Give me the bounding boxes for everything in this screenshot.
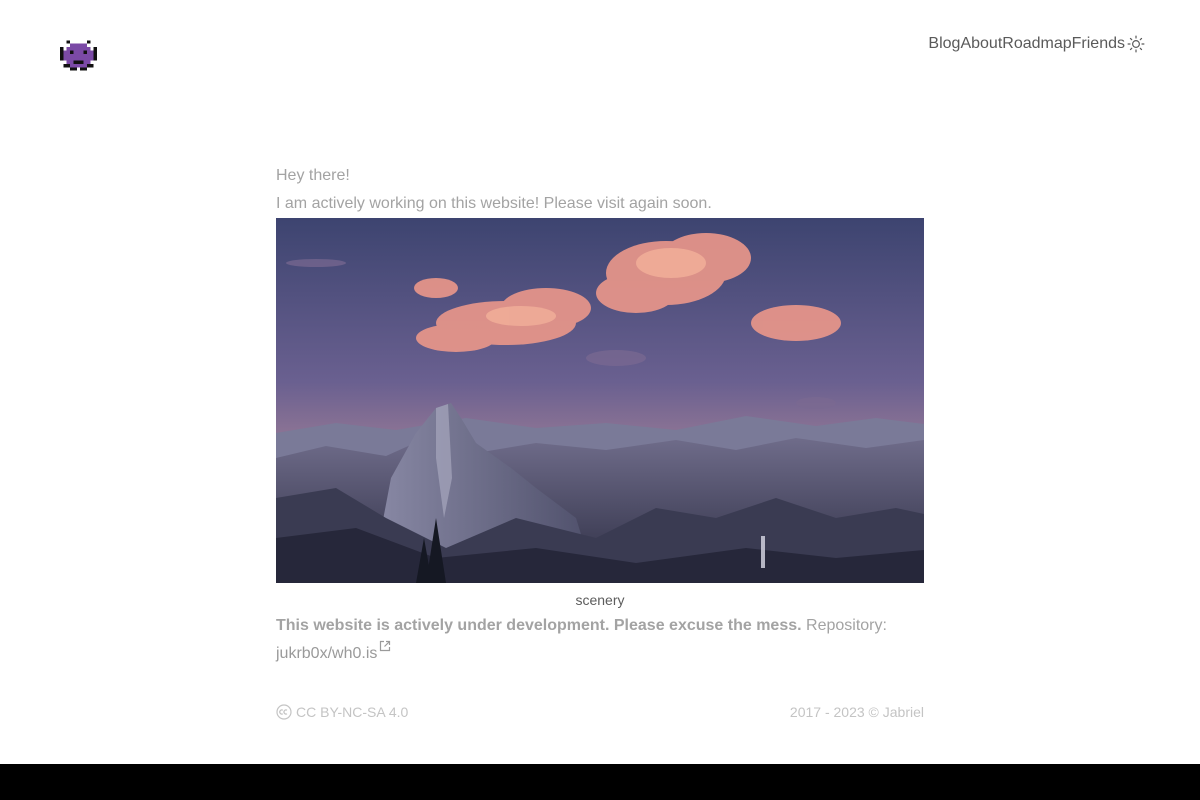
scenery-image <box>276 218 924 583</box>
development-notice: This website is actively under developme… <box>276 612 924 668</box>
nav-about[interactable]: About <box>960 34 1002 54</box>
main-content: Hey there! I am actively working on this… <box>276 162 924 668</box>
nav-friends[interactable]: Friends <box>1072 34 1125 54</box>
nav-blog[interactable]: Blog <box>928 34 960 54</box>
creative-commons-icon <box>276 704 292 720</box>
repository-link-text[interactable]: jukrb0x/wh0.is <box>276 645 377 662</box>
image-caption: scenery <box>575 592 625 608</box>
main-nav: Blog About Roadmap Friends <box>928 34 1145 54</box>
license-text: CC BY-NC-SA 4.0 <box>296 704 409 720</box>
license-info[interactable]: CC BY-NC-SA 4.0 <box>276 704 408 720</box>
footer: CC BY-NC-SA 4.0 2017 - 2023 © Jabriel <box>276 704 924 720</box>
greeting: Hey there! <box>276 167 350 184</box>
repository-link[interactable]: jukrb0x/wh0.is <box>276 640 391 662</box>
copyright: 2017 - 2023 © Jabriel <box>789 704 924 720</box>
notice-bold-text: This website is actively under developme… <box>276 617 802 634</box>
external-link-icon <box>380 640 391 652</box>
space-invader-icon[interactable] <box>60 40 97 71</box>
bottom-bar <box>0 764 1200 800</box>
repository-label: Repository: <box>806 617 887 634</box>
sun-icon[interactable] <box>1127 35 1145 53</box>
nav-roadmap[interactable]: Roadmap <box>1002 34 1071 54</box>
status-message: I am actively working on this website! P… <box>276 195 712 212</box>
